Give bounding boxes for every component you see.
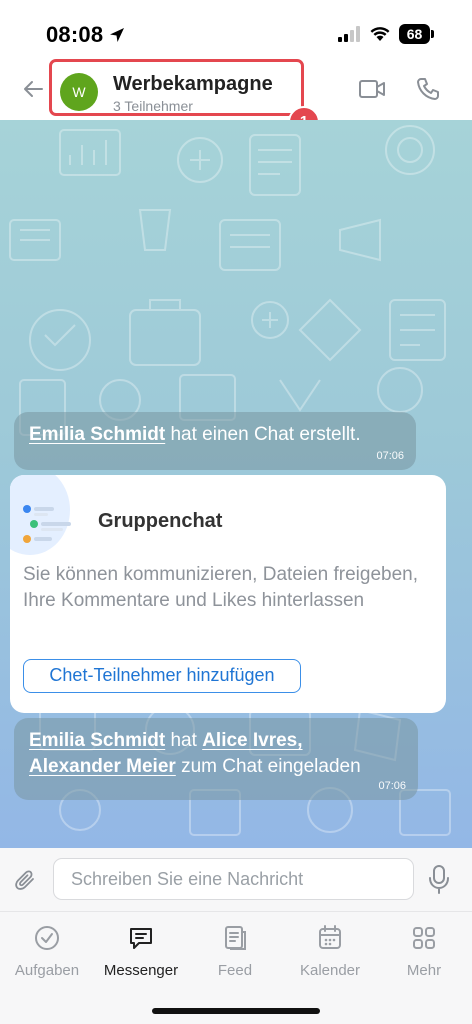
video-call-icon[interactable]	[358, 78, 386, 100]
system-message-text: Emilia Schmidt hat einen Chat erstellt.	[29, 424, 361, 445]
chat-bubble-icon	[130, 928, 152, 949]
message-input[interactable]	[53, 858, 414, 900]
chat-title-button[interactable]: W Werbekampagne 3 Teilnehmer	[49, 59, 304, 116]
system-message: Emilia Schmidt hat einen Chat erstellt. …	[14, 412, 416, 470]
nav-label: Kalender	[299, 962, 361, 979]
nav-label: Aufgaben	[14, 962, 80, 979]
battery-icon: 68	[399, 24, 434, 44]
nav-feed[interactable]: Feed	[188, 924, 282, 984]
message-timestamp: 07:06	[378, 780, 406, 792]
group-chat-icon	[23, 505, 71, 543]
battery-level: 68	[399, 24, 430, 44]
grid-icon	[413, 927, 435, 949]
home-indicator	[152, 1008, 320, 1014]
group-chat-info-card: Gruppenchat Sie können kommunizieren, Da…	[10, 475, 446, 713]
user-link[interactable]: Emilia Schmidt	[29, 730, 165, 751]
check-circle-icon	[35, 926, 59, 950]
user-link[interactable]: Alice Ivres,	[202, 730, 302, 751]
microphone-icon[interactable]	[428, 864, 450, 894]
nav-more[interactable]: Mehr	[377, 924, 471, 984]
chat-member-count: 3 Teilnehmer	[113, 98, 193, 114]
phone-call-icon[interactable]	[415, 76, 441, 102]
user-link[interactable]: Emilia Schmidt	[29, 424, 165, 445]
user-link[interactable]: Alexander Meier	[29, 756, 176, 777]
attachment-clip-icon[interactable]	[14, 868, 38, 892]
wifi-icon	[370, 27, 390, 41]
card-title: Gruppenchat	[98, 510, 223, 532]
system-message-text: Emilia Schmidt hat Alice Ivres, Alexander…	[29, 730, 361, 777]
card-description: Sie können kommunizieren, Dateien freige…	[23, 564, 419, 611]
message-input-bar	[0, 848, 472, 912]
location-arrow-icon	[110, 28, 124, 42]
status-time: 08:08	[46, 22, 104, 47]
add-participants-button[interactable]: Chet-Teilnehmer hinzufügen	[23, 659, 301, 693]
nav-tasks[interactable]: Aufgaben	[0, 924, 94, 984]
chat-title: Werbekampagne	[113, 73, 273, 95]
nav-label: Mehr	[406, 962, 442, 979]
nav-calendar[interactable]: Kalender	[283, 924, 377, 984]
calendar-icon	[319, 925, 341, 949]
message-timestamp: 07:06	[376, 450, 404, 462]
chat-header: W Werbekampagne 3 Teilnehmer 1	[0, 58, 472, 138]
nav-label: Feed	[217, 962, 253, 979]
signal-icon	[338, 26, 360, 42]
system-message: Emilia Schmidt hat Alice Ivres, Alexander…	[14, 718, 418, 800]
feed-icon	[225, 926, 246, 950]
chat-messages-area[interactable]: Emilia Schmidt hat einen Chat erstellt. …	[0, 120, 472, 848]
back-arrow-icon[interactable]	[22, 78, 44, 100]
chat-avatar: W	[60, 73, 98, 111]
nav-messenger[interactable]: Messenger	[94, 924, 188, 984]
nav-label: Messenger	[103, 962, 179, 979]
status-bar: 08:08 68	[0, 0, 472, 58]
